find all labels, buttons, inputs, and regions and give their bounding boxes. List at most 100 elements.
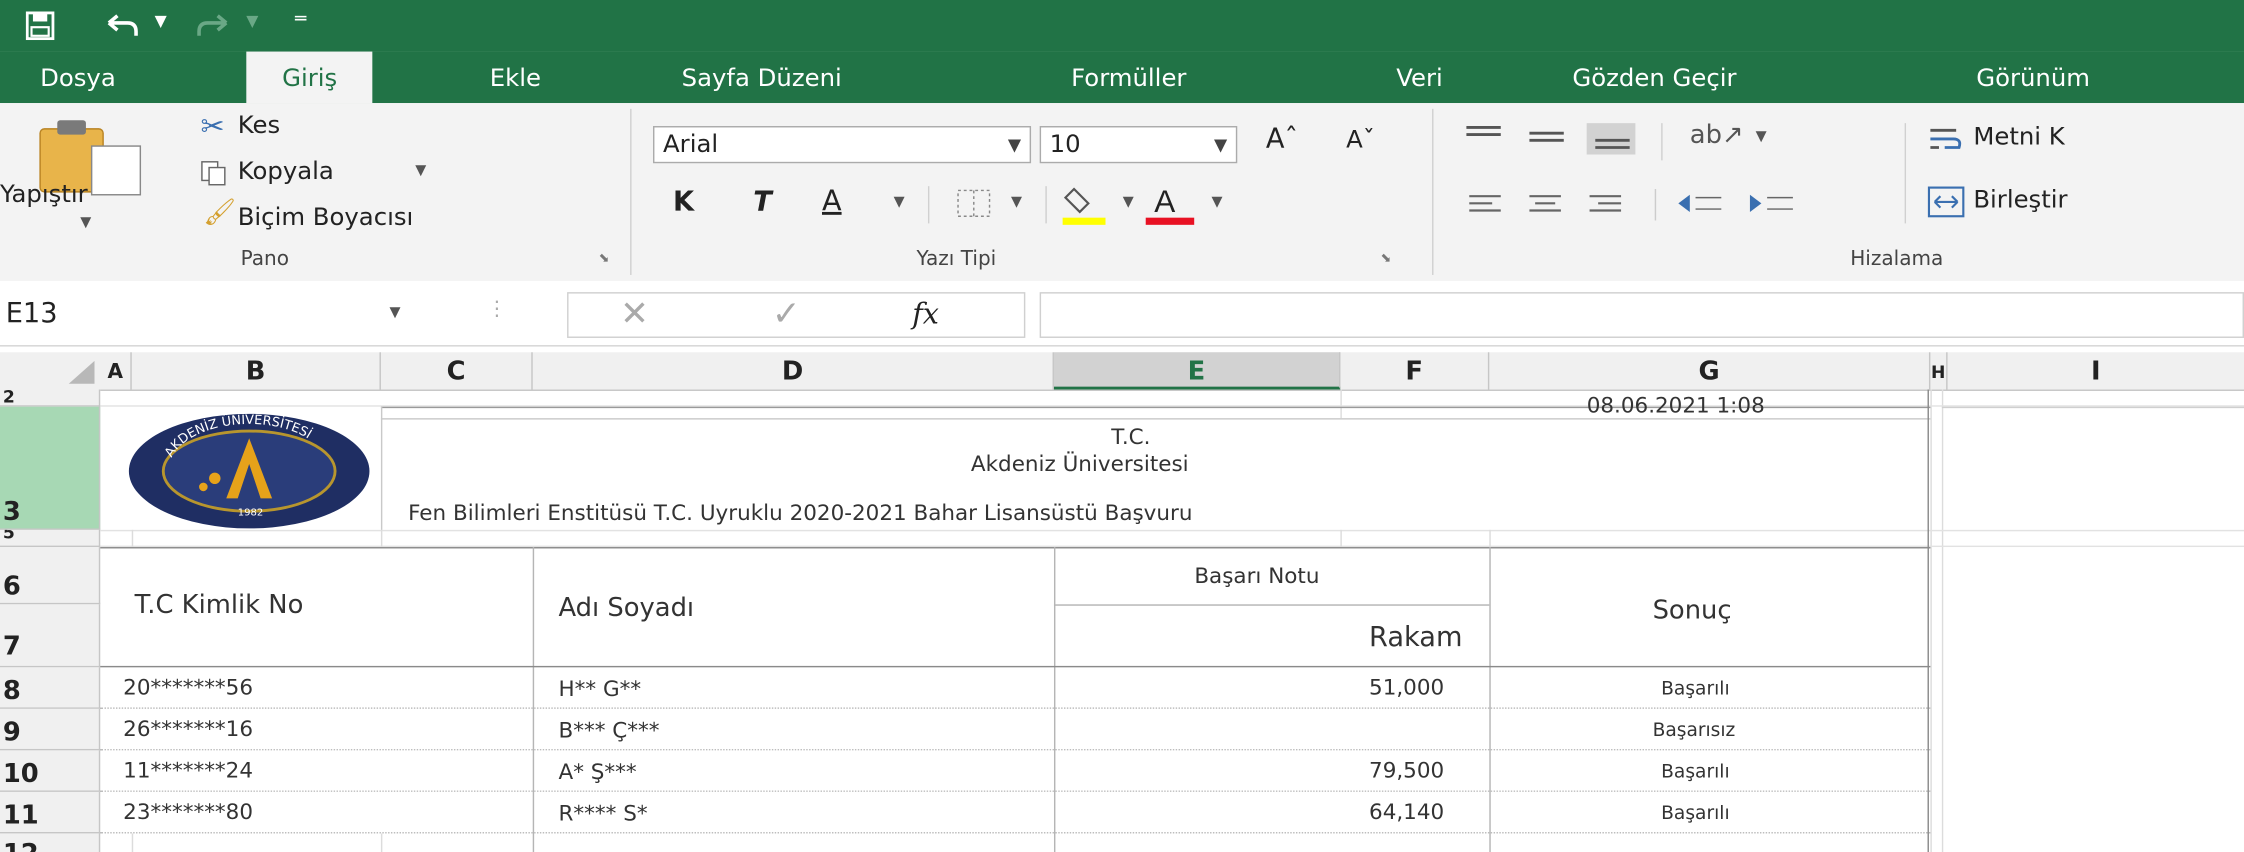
font-size-combo[interactable]: 10 ▼ (1039, 126, 1238, 164)
formula-buttons: ✕ ✓ fx (567, 292, 1026, 338)
cut-label[interactable]: Kes (238, 112, 280, 141)
column-header-b[interactable]: B (132, 352, 381, 390)
column-header-a[interactable]: A (100, 352, 132, 390)
borders-dropdown-icon[interactable]: ▼ (1011, 195, 1022, 211)
drag-handle-icon[interactable]: ⋮ (487, 298, 507, 321)
row-header-5[interactable]: 5 (0, 529, 101, 548)
paste-label[interactable]: Yapıştır (0, 180, 88, 209)
copy-label[interactable]: Kopyala (238, 158, 334, 187)
tab-insert[interactable]: Ekle (490, 52, 541, 104)
name-box[interactable]: E13 ▼ (0, 292, 415, 335)
row-header-8[interactable]: 8 (0, 667, 101, 709)
cell-name-row11: R**** S* (558, 800, 648, 827)
wrap-text-icon[interactable] (1928, 123, 1965, 155)
report-title-line3: Fen Bilimleri Enstitüsü T.C. Uyruklu 202… (408, 499, 1193, 526)
undo-dropdown-icon[interactable]: ▼ (155, 11, 167, 30)
tab-formulas[interactable]: Formüller (1071, 52, 1186, 104)
tab-data[interactable]: Veri (1396, 52, 1443, 104)
font-name-combo[interactable]: Arial ▼ (653, 126, 1032, 164)
cancel-icon[interactable]: ✕ (620, 294, 649, 334)
clipboard-group-label: Pano (240, 247, 290, 271)
orientation-icon[interactable]: ab↗ (1690, 120, 1744, 150)
row-header-9[interactable]: 9 (0, 708, 101, 751)
row-header-10[interactable]: 10 (0, 750, 101, 792)
report-title-line1: T.C. (1111, 423, 1151, 450)
select-all-icon[interactable] (60, 358, 97, 387)
header-result: Sonuç (1652, 595, 1732, 626)
column-header-h[interactable]: H (1930, 352, 1948, 390)
copy-icon[interactable] (200, 160, 226, 186)
column-header-e[interactable]: E (1053, 352, 1341, 390)
font-size-value: 10 (1049, 130, 1081, 159)
align-left-icon (1469, 195, 1501, 212)
cut-icon[interactable]: ✂ (200, 109, 224, 143)
ribbon-separator (927, 186, 930, 224)
svg-text:A: A (1154, 183, 1175, 219)
ribbon-separator (630, 108, 632, 275)
header-id: T.C Kimlik No (134, 589, 304, 621)
orientation-dropdown-icon[interactable]: ▼ (1756, 129, 1767, 145)
font-group-label: Yazı Tipi (916, 247, 997, 271)
fill-color-icon[interactable] (1062, 180, 1106, 226)
font-color-icon[interactable]: A (1145, 180, 1195, 226)
merge-center-icon[interactable] (1927, 186, 1965, 218)
ribbon-tabs: Dosya Giriş Ekle Sayfa Düzeni Formüller … (0, 51, 2244, 104)
column-header-f[interactable]: F (1340, 352, 1490, 390)
column-header-d[interactable]: D (533, 352, 1054, 390)
insert-function-icon[interactable]: fx (912, 296, 939, 330)
row-header-11[interactable]: 11 (0, 791, 101, 834)
formula-bar: E13 ▼ ⋮ ✕ ✓ fx (0, 280, 2244, 347)
row-header-3[interactable]: 3 (0, 406, 101, 530)
copy-dropdown-icon[interactable]: ▼ (415, 163, 426, 179)
tab-view[interactable]: Görünüm (1976, 52, 2090, 104)
paste-dropdown-icon[interactable]: ▼ (80, 215, 91, 231)
redo-dropdown-icon[interactable]: ▼ (246, 11, 258, 30)
customize-qat-icon[interactable]: ═ (295, 9, 306, 30)
tab-page-layout[interactable]: Sayfa Düzeni (682, 52, 842, 104)
fill-color-dropdown-icon[interactable]: ▼ (1123, 195, 1134, 211)
header-score: Başarı Notu (1194, 562, 1320, 589)
clipboard-launcher-icon[interactable]: ⬊ (599, 252, 610, 266)
underline-button[interactable]: A (822, 183, 842, 217)
chevron-down-icon: ▼ (1007, 134, 1022, 155)
underline-dropdown-icon[interactable]: ▼ (894, 195, 905, 211)
column-header-c[interactable]: C (381, 352, 533, 390)
borders-icon[interactable] (957, 189, 991, 218)
row-header-7[interactable]: 7 (0, 604, 101, 668)
format-painter-label[interactable]: Biçim Boyacısı (238, 203, 414, 232)
cell-id-row10: 11*******24 (123, 757, 254, 784)
chevron-down-icon: ▼ (1214, 134, 1228, 155)
font-launcher-icon[interactable]: ⬊ (1380, 252, 1391, 266)
tab-review[interactable]: Gözden Geçir (1572, 52, 1736, 104)
increase-font-icon[interactable]: Aˆ (1266, 123, 1298, 155)
row-header-12[interactable]: 12 (0, 833, 101, 852)
cell-result-row10: Başarılı (1661, 761, 1730, 784)
formula-input[interactable] (1039, 292, 2244, 338)
row-header-6[interactable]: 6 (0, 547, 101, 605)
redo-icon[interactable] (195, 11, 232, 40)
bold-button[interactable]: K (673, 186, 694, 218)
vertical-align-group (1466, 123, 1636, 155)
wrap-text-label[interactable]: Metni K (1973, 123, 2064, 152)
decrease-font-icon[interactable]: Aˇ (1346, 126, 1375, 155)
ribbon-separator (1904, 123, 1907, 224)
column-header-g[interactable]: G (1489, 352, 1931, 390)
tab-file[interactable]: Dosya (40, 52, 116, 104)
font-color-dropdown-icon[interactable]: ▼ (1212, 195, 1223, 211)
save-icon[interactable] (25, 11, 55, 41)
merge-label[interactable]: Birleştir (1973, 186, 2067, 215)
ribbon-home: Yapıştır ▼ ✂ Kes Kopyala ▼ 🖌 Biçim Boyac… (0, 103, 2244, 283)
italic-button[interactable]: T (753, 186, 772, 218)
format-painter-icon[interactable]: 🖌 (203, 198, 236, 228)
enter-icon[interactable]: ✓ (772, 294, 801, 334)
alignment-group-label: Hizalama (1850, 247, 1944, 271)
undo-icon[interactable] (103, 11, 140, 40)
column-header-i[interactable]: I (1948, 352, 2244, 389)
tab-home[interactable]: Giriş (246, 51, 374, 104)
cell-result-row11: Başarılı (1661, 803, 1730, 825)
header-name: Adı Soyadı (558, 592, 695, 623)
ribbon-separator (1432, 108, 1434, 275)
row-header-2[interactable]: 2 (0, 389, 101, 407)
chevron-down-icon: ▼ (389, 305, 401, 321)
ribbon-separator (1661, 123, 1663, 161)
